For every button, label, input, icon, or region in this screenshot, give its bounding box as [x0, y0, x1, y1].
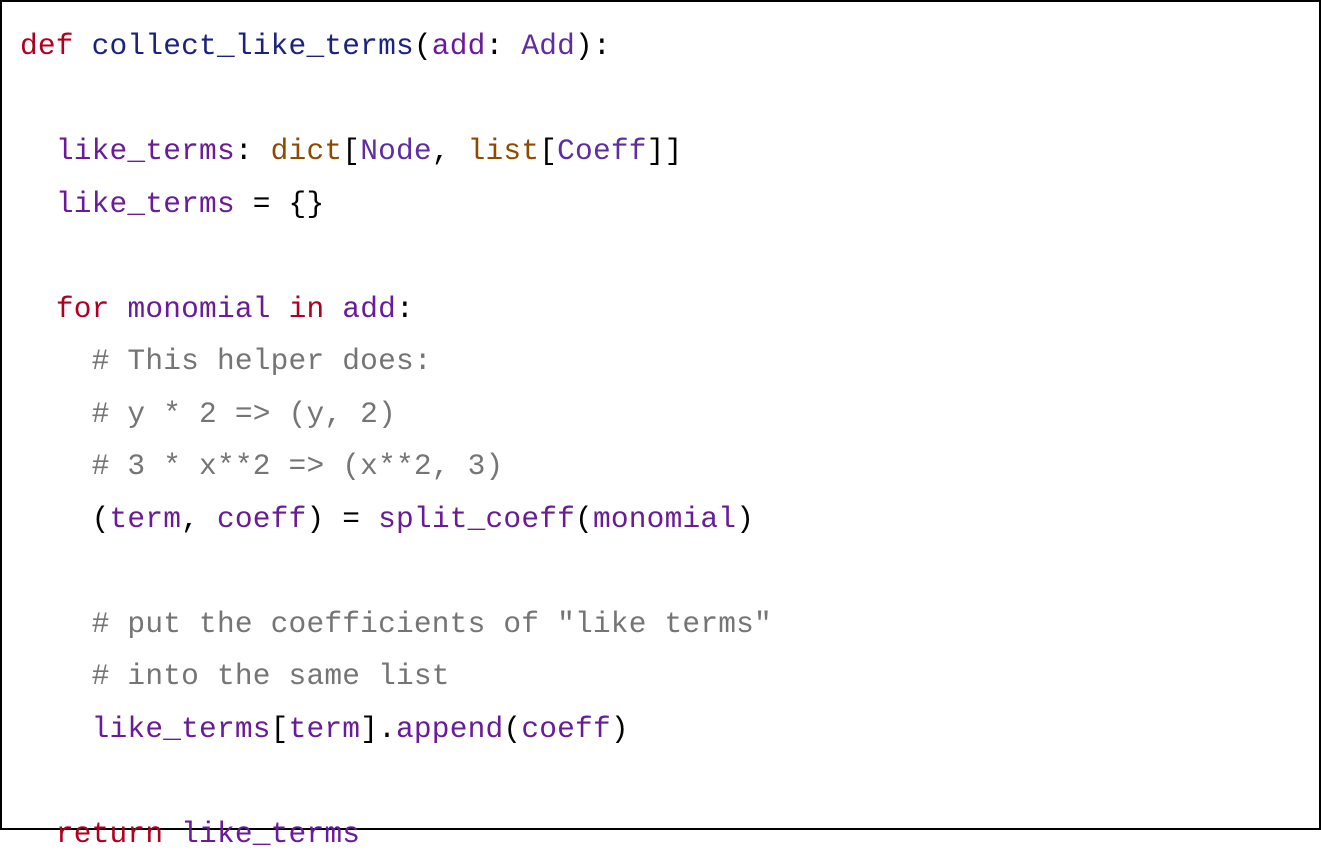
- line-7: # This helper does:: [20, 344, 432, 378]
- code-block: def collect_like_terms(add: Add): like_t…: [0, 0, 1321, 830]
- colon: :: [486, 29, 522, 63]
- param-name: add: [432, 29, 486, 63]
- type-node: Node: [360, 134, 432, 168]
- comment: # This helper does:: [92, 344, 432, 378]
- iter-seq: add: [342, 292, 396, 326]
- line-14: like_terms[term].append(coeff): [20, 712, 629, 746]
- keyword-in: in: [289, 292, 325, 326]
- line-4: like_terms = {}: [20, 187, 324, 221]
- fn-split-coeff: split_coeff: [378, 502, 575, 536]
- var-like-terms: like_terms: [56, 134, 235, 168]
- type-coeff: Coeff: [557, 134, 647, 168]
- type-list: list: [468, 134, 540, 168]
- paren-open: (: [414, 29, 432, 63]
- line-3: like_terms: dict[Node, list[Coeff]]: [20, 134, 682, 168]
- type-dict: dict: [271, 134, 343, 168]
- arg-coeff: coeff: [521, 712, 611, 746]
- paren-close: ):: [575, 29, 611, 63]
- key-term: term: [289, 712, 361, 746]
- keyword-return: return: [56, 817, 163, 851]
- iter-var: monomial: [127, 292, 270, 326]
- comment: # put the coefficients of "like terms": [92, 607, 772, 641]
- arg-monomial: monomial: [593, 502, 736, 536]
- line-8: # y * 2 => (y, 2): [20, 397, 396, 431]
- comment: # into the same list: [92, 659, 450, 693]
- var-like-terms: like_terms: [92, 712, 271, 746]
- line-10: (term, coeff) = split_coeff(monomial): [20, 502, 754, 536]
- comment: # y * 2 => (y, 2): [92, 397, 396, 431]
- method-append: append: [396, 712, 503, 746]
- line-6: for monomial in add:: [20, 292, 414, 326]
- line-16: return like_terms: [20, 817, 360, 851]
- var-term: term: [110, 502, 182, 536]
- var-like-terms: like_terms: [56, 187, 235, 221]
- line-12: # put the coefficients of "like terms": [20, 607, 772, 641]
- type-add: Add: [521, 29, 575, 63]
- comment: # 3 * x**2 => (x**2, 3): [92, 449, 504, 483]
- return-val: like_terms: [181, 817, 360, 851]
- line-1: def collect_like_terms(add: Add):: [20, 29, 611, 63]
- keyword-for: for: [56, 292, 110, 326]
- line-9: # 3 * x**2 => (x**2, 3): [20, 449, 503, 483]
- function-name: collect_like_terms: [92, 29, 414, 63]
- line-13: # into the same list: [20, 659, 450, 693]
- keyword-def: def: [20, 29, 74, 63]
- var-coeff: coeff: [217, 502, 307, 536]
